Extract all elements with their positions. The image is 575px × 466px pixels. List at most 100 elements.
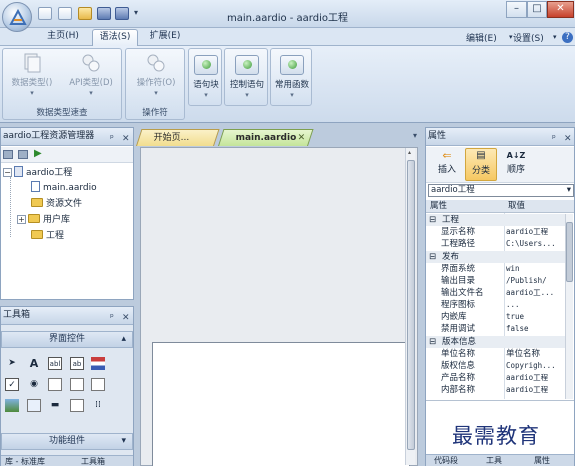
prop-row[interactable]: 界面系统 win [426,263,566,275]
close-icon[interactable]: ✕ [122,310,130,327]
help-icon[interactable]: ? [562,32,573,43]
tab-main-aardio[interactable]: main.aardio ✕ [218,129,314,146]
prop-row[interactable]: 工程路径 C:\Users... [426,238,566,250]
tab-tools[interactable]: 工具 [486,455,502,466]
tab-start-page[interactable]: 开始页... [136,129,220,146]
close-tab-icon[interactable]: ✕ [298,130,306,146]
expand-down-icon: ▾ [121,436,126,446]
image-control-icon[interactable] [27,399,41,412]
trackbar-control-icon[interactable] [70,399,84,412]
pin-icon[interactable]: ᵖ [110,310,114,327]
tab-home[interactable]: 主页(H) [38,29,88,46]
property-scrollbar[interactable] [565,214,573,399]
datatype-button[interactable]: 数据类型() ▾ [7,52,57,97]
edit-control-icon[interactable]: abl [48,357,62,370]
prop-row[interactable]: 程序图标... [426,299,566,311]
control-statement-label: 控制语句 [229,80,264,90]
progress-control-icon[interactable]: ▬ [48,399,62,412]
close-icon[interactable]: ✕ [122,131,130,148]
menu-edit[interactable]: 编辑(E) [466,31,497,44]
tree-item-userlib[interactable]: + 用户库 [17,213,70,227]
object-select[interactable]: aardio工程 ▾ [428,184,574,197]
tab-list-dropdown-icon[interactable]: ▾ [413,131,417,140]
prop-row[interactable]: 禁用调试 false [426,323,566,335]
folder-view-icon[interactable] [3,150,13,159]
close-icon[interactable]: ✕ [564,131,572,148]
app-menu-button[interactable] [2,2,32,32]
common-functions-button[interactable]: 常用函数 ▾ [270,48,312,106]
scrollbar-thumb[interactable] [407,160,415,450]
common-functions-label: 常用函数 [274,80,309,90]
insert-button[interactable]: ⇐ 插入 [432,150,462,176]
toolbox-section-ui-controls[interactable]: 界面控件 ▴ [1,331,133,348]
scrollbar-thumb[interactable] [566,222,573,282]
prop-row[interactable]: 内部名称 aardio工程 [426,384,566,396]
tree-item-project[interactable]: − aardio工程 [3,166,72,180]
scroll-up-icon[interactable]: ▴ [408,149,411,156]
flag-icon[interactable] [91,357,105,370]
tab-extend[interactable]: 扩展(E) [142,29,188,46]
categorized-button[interactable]: ▤ 分类 [465,148,497,181]
listbox-control-icon[interactable] [70,378,84,391]
properties-panel: 属性 ᵖ ✕ ⇐ 插入 ▤ 分类 A↓Z 顺序 aardio工程 ▾ 属性 取值… [425,127,575,466]
run-icon[interactable]: ▶ [34,148,42,159]
operator-label: 操作符(O) [136,78,176,88]
prop-row[interactable]: 输出文件名 aardio工... [426,287,566,299]
vertical-scrollbar[interactable]: ▴ [405,148,415,465]
tab-syntax[interactable]: 语法(S) [92,29,138,46]
editor-surface[interactable]: ▴ [140,147,418,466]
folder-icon [31,230,43,239]
group-operator-label: 操作符 [142,108,168,118]
tree-item-main[interactable]: main.aardio [31,181,97,195]
form-designer-box[interactable] [152,342,410,466]
tree-label: 资源文件 [46,199,83,209]
menu-settings[interactable]: 设置(S) [513,31,544,44]
arrow-cursor-icon[interactable]: ➤ [5,357,19,370]
operator-button[interactable]: 操作符(O) ▾ [128,52,184,97]
toolbox-section-components[interactable]: 功能组件 ▾ [1,433,133,450]
checkbox-control-icon[interactable]: ✓ [5,378,19,391]
category-label: 版本信息 [442,337,477,347]
prop-value: true [506,312,525,321]
sort-az-icon: A↓Z [506,151,526,160]
static-control-icon[interactable] [48,378,62,391]
collapse-icon[interactable]: − [3,168,12,177]
minimize-button[interactable]: – [506,1,527,18]
prop-row[interactable]: 显示名称 aardio工程 [426,226,566,238]
label-control-icon[interactable]: A [27,357,41,370]
category-version[interactable]: ⊟ 版本信息 [426,336,566,348]
save-project-icon[interactable] [18,150,28,159]
prop-value: aardio工程 [506,227,549,236]
grid-control-icon[interactable]: ⁞⁞ [91,399,105,412]
block-button[interactable]: 语句块 ▾ [188,48,222,106]
tab-snippets[interactable]: 代码段 [434,455,458,466]
picture-control-icon[interactable] [5,399,19,412]
tab-toolbox[interactable]: 工具箱 [81,456,105,466]
left-bottom-tabs: 库 - 标准库 工具箱 [1,455,133,466]
api-type-button[interactable]: API类型(D) ▾ [63,52,119,97]
prop-row[interactable]: 版权信息 Copyrigh... [426,360,566,372]
category-project[interactable]: ⊟ 工程 [426,214,566,226]
radio-control-icon[interactable]: ◉ [27,378,41,391]
tree-item-project-folder[interactable]: 工程 [31,229,64,243]
alphabetical-button[interactable]: A↓Z 顺序 [501,150,531,175]
properties-header: 属性 ᵖ ✕ [426,128,574,146]
pin-icon[interactable]: ᵖ [552,131,556,148]
close-button[interactable]: ✕ [547,1,574,18]
prop-row[interactable]: 内嵌库 true [426,311,566,323]
combobox-control-icon[interactable] [91,378,105,391]
maximize-button[interactable]: □ [527,1,547,18]
category-publish[interactable]: ⊟ 发布 [426,251,566,263]
button-control-icon[interactable]: ab [70,357,84,370]
expand-icon[interactable]: + [17,215,26,224]
tab-stdlib[interactable]: 库 - 标准库 [5,456,45,466]
prop-row[interactable]: 单位名称 单位名称 [426,348,566,360]
tab-properties[interactable]: 属性 [534,455,550,466]
prop-row[interactable]: 输出目录/Publish/ [426,275,566,287]
prop-row[interactable]: 产品名称 aardio工程 [426,372,566,384]
tree-item-resources[interactable]: 资源文件 [31,197,82,211]
prop-key: 内嵌库 [441,312,467,322]
control-statement-button[interactable]: 控制语句 ▾ [224,48,268,106]
chevron-down-icon: ▾ [245,91,249,99]
pin-icon[interactable]: ᵖ [110,131,114,148]
